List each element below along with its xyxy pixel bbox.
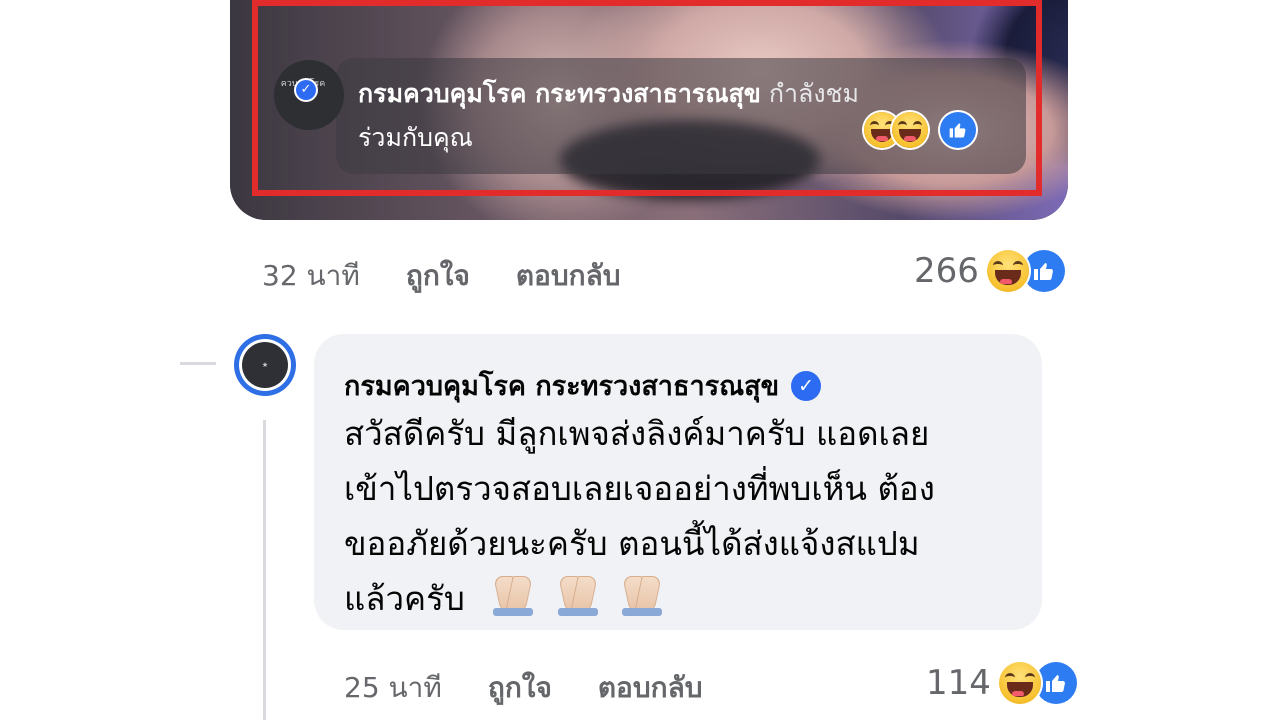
haha-emoji-icon <box>986 250 1029 292</box>
like-reaction-icon <box>1034 662 1077 704</box>
like-button[interactable]: ถูกใจ <box>406 254 470 298</box>
thread-connector <box>180 330 216 365</box>
reply-bubble: กรมควบคุมโรค กระทรวงสาธารณสุข ✓ สวัสดีคร… <box>314 334 1042 630</box>
reply-avatar[interactable]: ★ <box>234 334 296 396</box>
comment-meta: 32 นาที ถูกใจ ตอบกลับ <box>262 254 621 298</box>
reply-line: ขออภัยด้วยนะครับ ตอนนี้ได้ส่งแจ้งสแปม <box>344 524 920 563</box>
reaction-count: 266 <box>914 251 979 291</box>
pray-icon <box>620 576 664 616</box>
reply-line: แล้วครับ <box>344 579 465 618</box>
verified-badge-icon: ✓ <box>791 370 822 401</box>
reply-line-last: แล้วครับ <box>344 571 1024 626</box>
reply-meta: 25 นาที ถูกใจ ตอบกลับ <box>344 666 703 710</box>
thread-line <box>263 420 266 720</box>
reaction-summary[interactable]: 114 <box>926 662 1077 704</box>
avatar-logo-icon: ★ <box>242 342 288 388</box>
reply-author-name[interactable]: กรมควบคุมโรค กระทรวงสาธารณสุข <box>344 364 779 407</box>
reply-line: สวัสดีครับ มีลูกเพจส่งลิงค์มาครับ แอดเลย <box>344 414 930 453</box>
reaction-count: 114 <box>926 663 991 703</box>
reply-button[interactable]: ตอบกลับ <box>516 254 621 298</box>
reaction-summary[interactable]: 266 <box>914 250 1065 292</box>
like-reaction-icon <box>1022 250 1065 292</box>
reply-line: เข้าไปตรวจสอบเลยเจออย่างที่พบเห็น ต้อง <box>344 469 935 508</box>
like-button[interactable]: ถูกใจ <box>488 666 552 710</box>
comment-time[interactable]: 32 นาที <box>262 254 360 298</box>
reply-author[interactable]: กรมควบคุมโรค กระทรวงสาธารณสุข ✓ <box>344 364 822 407</box>
reply-text: สวัสดีครับ มีลูกเพจส่งลิงค์มาครับ แอดเลย… <box>344 406 1024 626</box>
pray-icon <box>556 576 600 616</box>
pray-icon <box>491 576 535 616</box>
reply-time[interactable]: 25 นาที <box>344 666 442 710</box>
haha-emoji-icon <box>998 662 1041 704</box>
post-media[interactable]: ควบคุมโรค ✓ กรมควบคุมโรค กระทรวงสาธารณสุ… <box>230 0 1068 220</box>
highlight-frame <box>252 0 1042 196</box>
reply-button[interactable]: ตอบกลับ <box>598 666 703 710</box>
